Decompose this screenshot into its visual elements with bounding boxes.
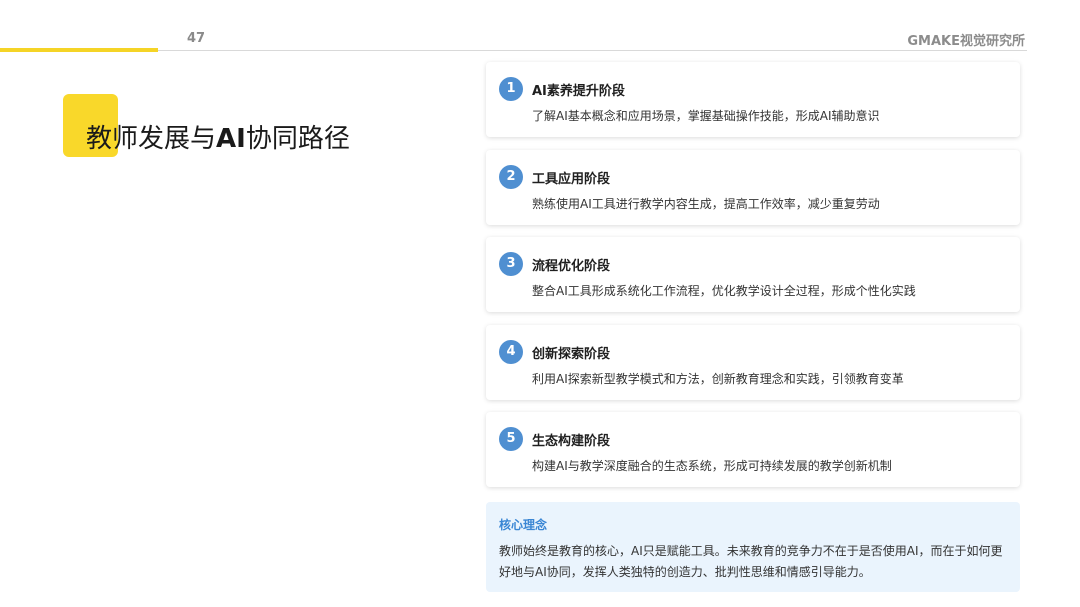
slide-title-prefix: 教师发展与 [86,124,217,154]
stage-number-badge: 1 [499,77,523,101]
header-accent-bar [0,48,158,52]
slide-title: 教师发展与AI协同路径 [86,118,350,155]
stage-description: 了解AI基本概念和应用场景，掌握基础操作技能，形成AI辅助意识 [532,109,880,123]
stage-description: 构建AI与教学深度融合的生态系统，形成可持续发展的教学创新机制 [532,459,892,473]
stage-title: 流程优化阶段 [532,259,611,274]
core-idea-text: 教师始终是教育的核心，AI只是赋能工具。未来教育的竞争力不在于是否使用AI，而在… [499,544,1003,579]
stage-number-badge: 2 [499,165,523,189]
stage-description: 整合AI工具形成系统化工作流程，优化教学设计全过程，形成个性化实践 [532,284,916,298]
page-number: 47 [187,31,206,46]
stage-description: 熟练使用AI工具进行教学内容生成，提高工作效率，减少重复劳动 [532,197,880,211]
slide-title-suffix: 协同路径 [245,124,350,154]
stage-card-1: 1 AI素养提升阶段 了解AI基本概念和应用场景，掌握基础操作技能，形成AI辅助… [486,62,1020,137]
stage-card-2: 2 工具应用阶段 熟练使用AI工具进行教学内容生成，提高工作效率，减少重复劳动 [486,150,1020,225]
brand-name: GMAKE视觉研究所 [907,34,1025,49]
stage-title: 工具应用阶段 [532,172,611,187]
stage-number-badge: 4 [499,340,523,364]
stage-number-badge: 5 [499,427,523,451]
slide-title-bold: AI [216,124,246,154]
stage-card-5: 5 生态构建阶段 构建AI与教学深度融合的生态系统，形成可持续发展的教学创新机制 [486,412,1020,487]
stage-title: 创新探索阶段 [532,347,611,362]
core-idea-box: 核心理念 教师始终是教育的核心，AI只是赋能工具。未来教育的竞争力不在于是否使用… [486,502,1020,592]
stage-title: AI素养提升阶段 [532,84,625,99]
stage-card-3: 3 流程优化阶段 整合AI工具形成系统化工作流程，优化教学设计全过程，形成个性化… [486,237,1020,312]
stage-title: 生态构建阶段 [532,434,611,449]
stage-number-badge: 3 [499,252,523,276]
core-idea-title: 核心理念 [499,518,548,532]
stage-card-4: 4 创新探索阶段 利用AI探索新型教学模式和方法，创新教育理念和实践，引领教育变… [486,325,1020,400]
stage-description: 利用AI探索新型教学模式和方法，创新教育理念和实践，引领教育变革 [532,372,904,386]
